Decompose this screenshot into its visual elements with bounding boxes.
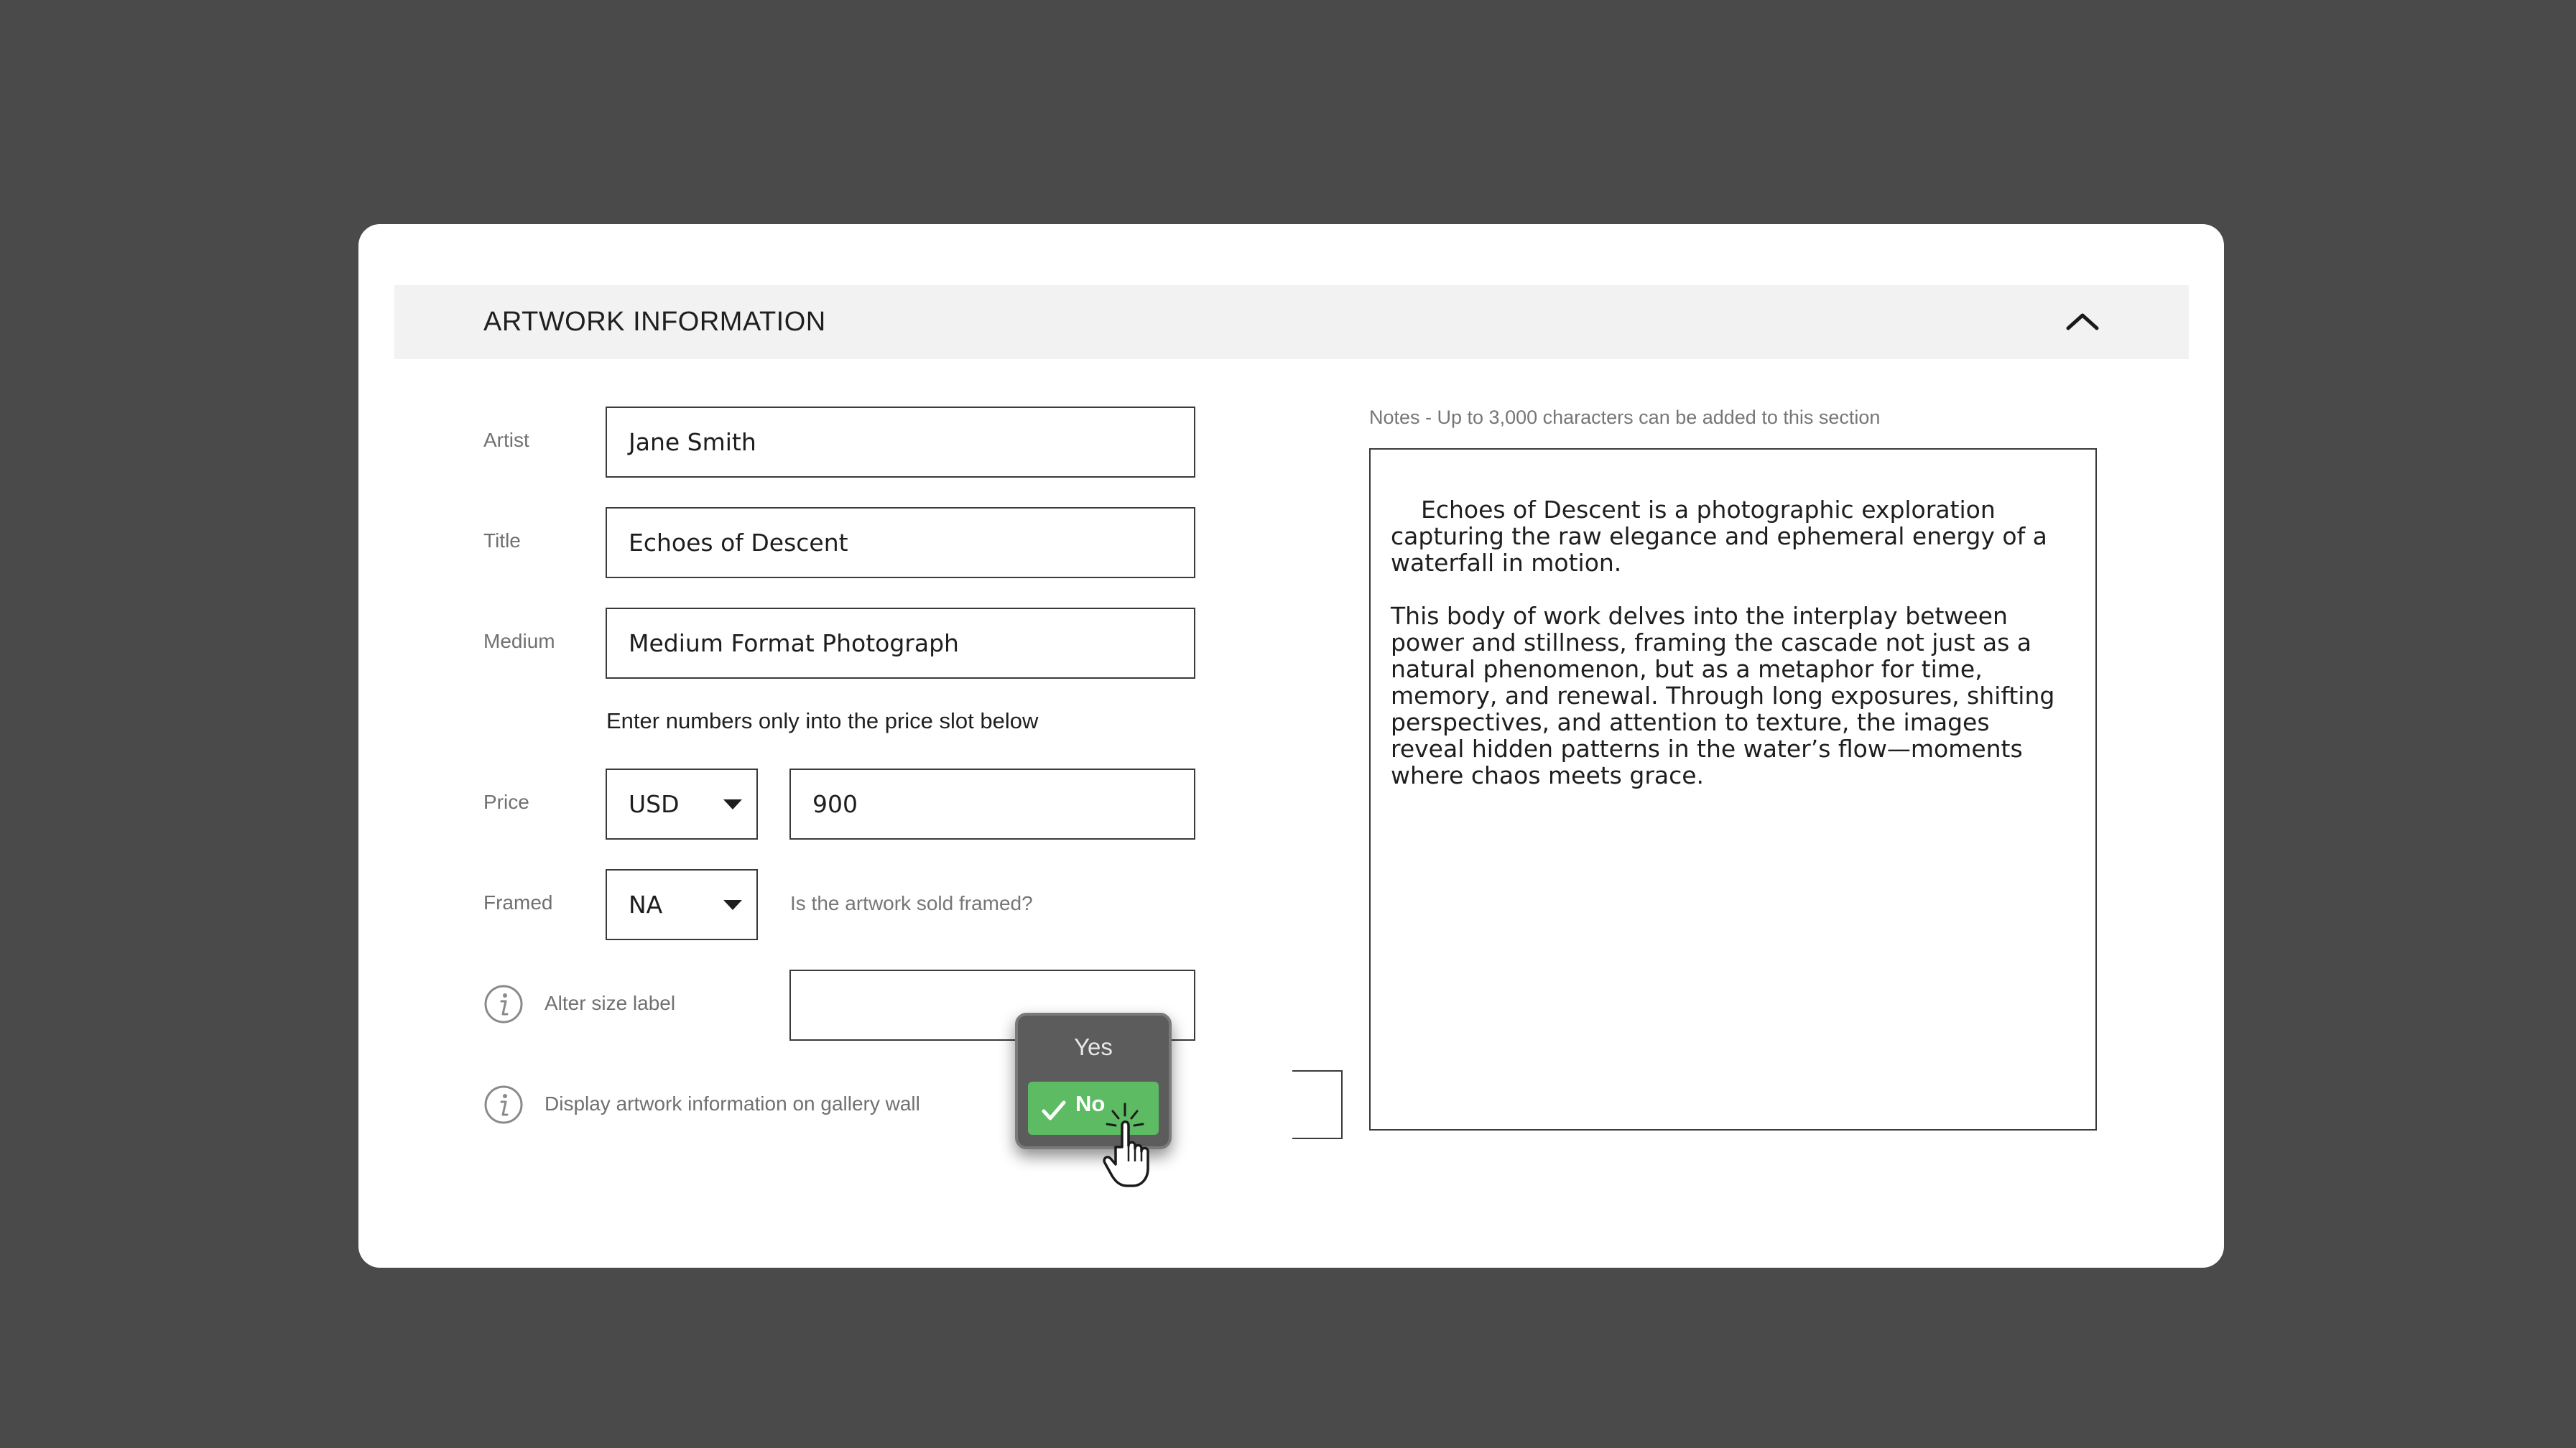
title-input[interactable]: Echoes of Descent [606, 507, 1195, 578]
framed-hint: Is the artwork sold framed? [790, 892, 1033, 914]
framed-label: Framed [483, 891, 553, 914]
notes-textarea[interactable]: Echoes of Descent is a photographic expl… [1369, 448, 2097, 1131]
chevron-up-icon[interactable] [2061, 301, 2104, 344]
currency-select[interactable]: USD [606, 769, 758, 840]
display-info-select[interactable] [1292, 1070, 1343, 1139]
checkmark-icon [1039, 1096, 1068, 1125]
notes-label: Notes - Up to 3,000 characters can be ad… [1369, 407, 1881, 428]
display-info-label: Display artwork information on gallery w… [545, 1092, 920, 1115]
info-icon[interactable] [483, 1085, 524, 1125]
artist-input[interactable]: Jane Smith [606, 407, 1195, 478]
alter-size-label: Alter size label [545, 992, 676, 1014]
dropdown-option-yes[interactable]: Yes [1028, 1026, 1159, 1069]
framed-select[interactable]: NA [606, 869, 758, 940]
framed-value: NA [629, 891, 663, 919]
artist-label: Artist [483, 429, 529, 451]
resize-grip-icon[interactable] [2072, 1106, 2091, 1125]
caret-down-icon [723, 899, 742, 910]
price-input[interactable]: 900 [789, 769, 1195, 840]
caret-down-icon [723, 799, 742, 809]
title-label: Title [483, 529, 521, 552]
info-icon[interactable] [483, 984, 524, 1024]
hand-cursor-icon [1098, 1097, 1177, 1190]
currency-value: USD [629, 790, 680, 818]
medium-label: Medium [483, 630, 555, 652]
price-instruction: Enter numbers only into the price slot b… [606, 708, 1039, 733]
section-title: ARTWORK INFORMATION [483, 307, 826, 337]
section-header[interactable]: ARTWORK INFORMATION [394, 285, 2189, 359]
price-label: Price [483, 791, 529, 813]
medium-input[interactable]: Medium Format Photograph [606, 608, 1195, 679]
notes-text: Echoes of Descent is a photographic expl… [1391, 496, 2055, 789]
artwork-info-card: ARTWORK INFORMATION Artist Jane Smith Ti… [358, 224, 2224, 1268]
